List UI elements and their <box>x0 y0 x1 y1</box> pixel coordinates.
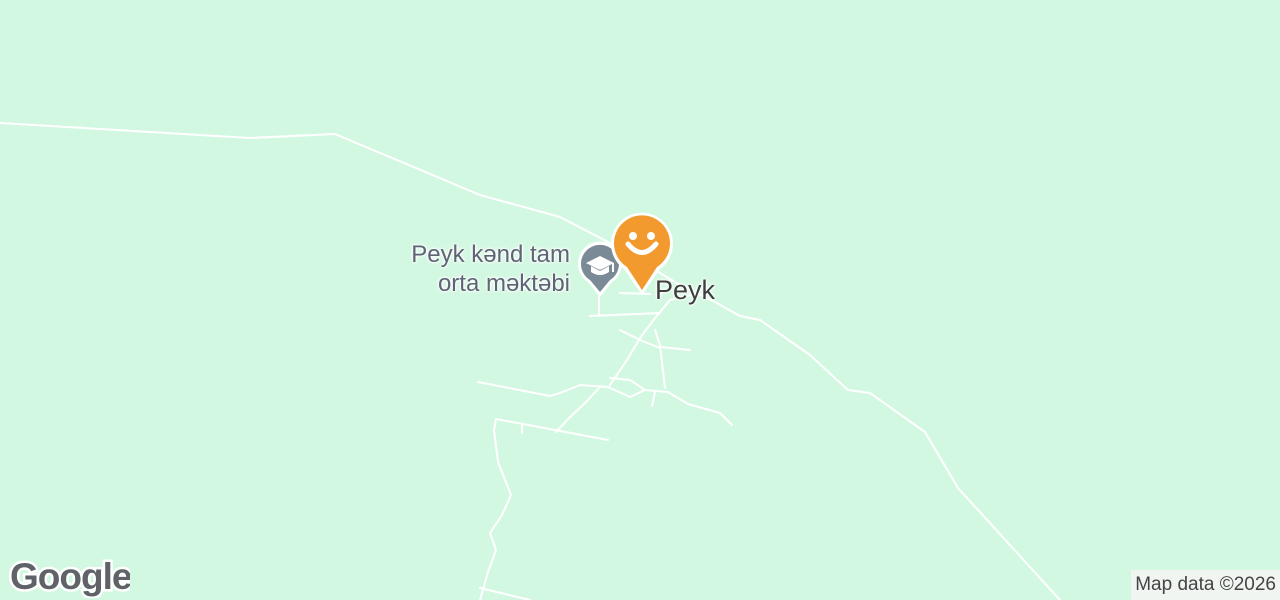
school-label-line2: orta məktəbi <box>437 270 570 297</box>
map-canvas[interactable] <box>0 0 1280 600</box>
map-attribution[interactable]: Map data ©2026 <box>1131 570 1280 600</box>
google-logo: Google <box>8 556 130 598</box>
svg-text:Google: Google <box>10 556 130 597</box>
map-background <box>0 0 1280 600</box>
school-label[interactable]: Peyk kənd tam orta məktəbi <box>330 240 570 298</box>
school-label-line1: Peyk kənd tam <box>411 241 570 268</box>
place-label[interactable]: Peyk <box>655 274 715 306</box>
